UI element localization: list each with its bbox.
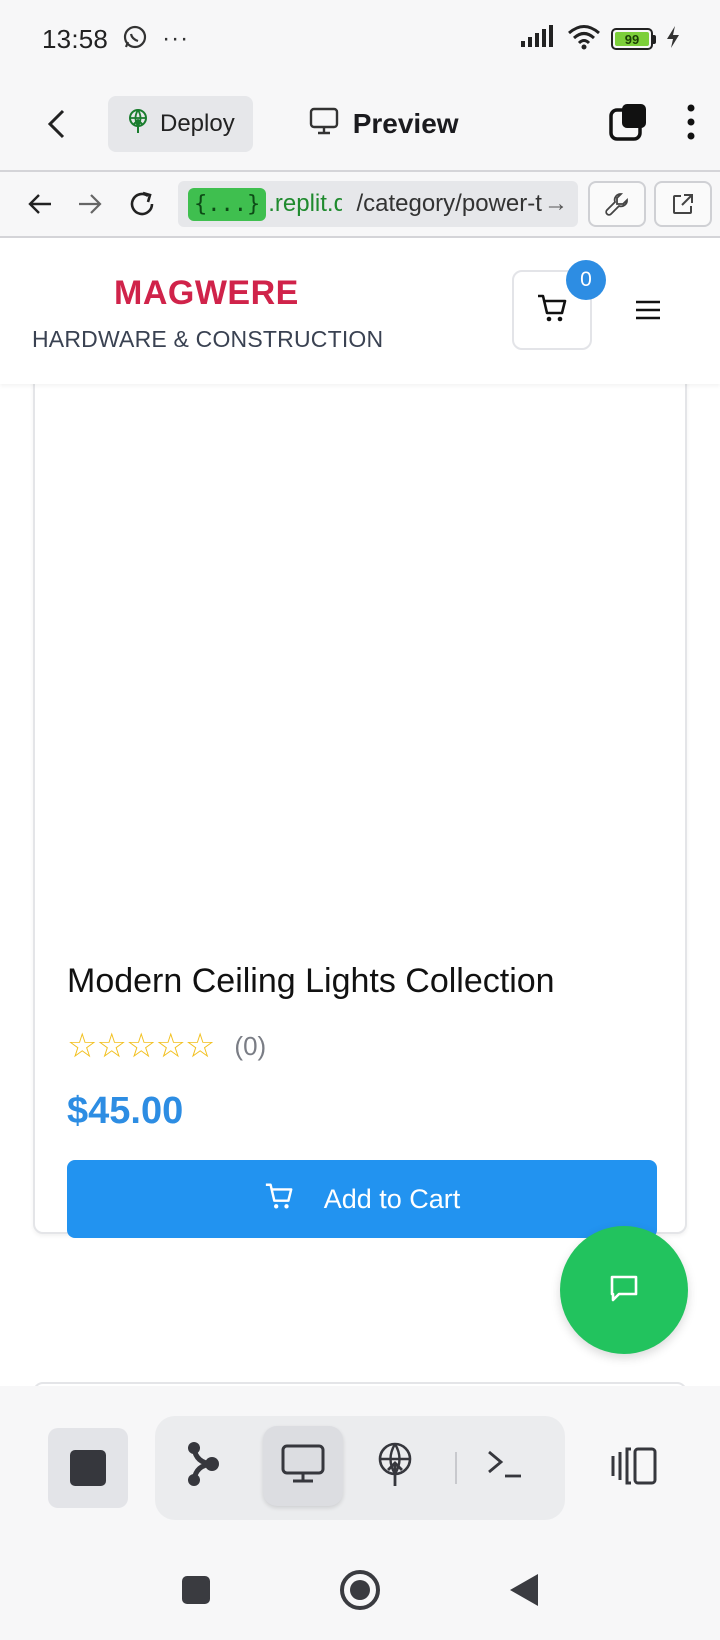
cart-icon xyxy=(536,293,568,328)
terminal-icon xyxy=(485,1448,525,1485)
tool-group xyxy=(155,1416,565,1520)
git-tool[interactable] xyxy=(163,1426,243,1506)
charging-icon xyxy=(666,25,680,53)
reload-icon[interactable] xyxy=(120,182,164,226)
wrench-icon[interactable] xyxy=(588,181,646,227)
product-title[interactable]: Modern Ceiling Lights Collection xyxy=(67,962,555,1001)
add-to-cart-label: Add to Cart xyxy=(323,1183,461,1214)
status-more-icon: ··· xyxy=(162,25,190,52)
git-icon xyxy=(186,1441,220,1492)
battery-icon: 99 xyxy=(611,28,656,50)
url-bar: {...} .replit.dev /category/power-tools … xyxy=(0,170,720,238)
kebab-menu-icon[interactable] xyxy=(686,104,696,145)
cart-count-badge: 0 xyxy=(566,260,606,300)
url-input[interactable]: {...} .replit.dev /category/power-tools … xyxy=(178,181,578,227)
layout-button[interactable] xyxy=(600,1428,668,1508)
brand-tagline: HARDWARE & CONSTRUCTION xyxy=(32,326,384,352)
signal-icon xyxy=(521,24,557,54)
battery-tip xyxy=(653,34,656,44)
monitor-icon xyxy=(309,107,339,142)
cart-icon xyxy=(264,1181,294,1218)
chat-icon xyxy=(609,1273,639,1308)
back-button[interactable] xyxy=(494,1560,554,1620)
status-bar: 13:58 ··· 99 xyxy=(0,0,720,78)
url-badge: {...} xyxy=(188,187,267,221)
stop-button[interactable] xyxy=(48,1428,128,1508)
site-header: MAGWERE HARDWARE & CONSTRUCTION 0 xyxy=(0,238,720,384)
product-image[interactable] xyxy=(35,360,685,920)
arrow-right-icon[interactable] xyxy=(68,182,112,226)
rating-stars: ☆☆☆☆☆ xyxy=(67,1027,215,1065)
shell-tool[interactable] xyxy=(465,1426,545,1506)
deploy-globe-icon xyxy=(375,1441,415,1492)
deploy-button[interactable]: Deploy xyxy=(108,96,253,152)
layout-icon xyxy=(609,1446,659,1491)
webpage-viewport: MAGWERE HARDWARE & CONSTRUCTION 0 Modern… xyxy=(0,238,720,1386)
android-nav-bar xyxy=(0,1536,720,1640)
chat-button[interactable] xyxy=(560,1226,688,1354)
product-rating: ☆☆☆☆☆ (0) xyxy=(67,1026,266,1066)
status-right: 99 xyxy=(521,24,680,55)
product-price: $45.00 xyxy=(67,1090,184,1132)
recents-button[interactable] xyxy=(166,1560,226,1620)
url-go-arrow[interactable]: → xyxy=(544,190,568,218)
wifi-icon xyxy=(567,24,601,55)
review-count: (0) xyxy=(234,1030,267,1061)
status-time: 13:58 xyxy=(42,23,109,54)
product-card[interactable]: Modern Ceiling Lights Collection ☆☆☆☆☆ (… xyxy=(33,358,687,1238)
deploy-icon xyxy=(126,108,150,141)
whatsapp-icon xyxy=(122,24,148,55)
battery-body: 99 xyxy=(611,28,653,50)
battery-level: 99 xyxy=(615,32,649,47)
stop-icon xyxy=(70,1450,106,1486)
app-bar-actions xyxy=(608,102,696,147)
arrow-left-icon[interactable] xyxy=(18,182,62,226)
home-button[interactable] xyxy=(330,1560,390,1620)
preview-tool[interactable] xyxy=(263,1426,343,1506)
bottom-toolbar xyxy=(0,1386,720,1540)
brand-name[interactable]: MAGWERE xyxy=(114,274,299,313)
preview-tab[interactable]: Preview xyxy=(309,107,459,142)
hamburger-icon[interactable] xyxy=(630,292,666,328)
app-bar: Deploy Preview xyxy=(0,78,720,170)
deploy-label: Deploy xyxy=(160,110,235,137)
url-path: /category/power-tools xyxy=(356,190,542,217)
back-chevron-icon[interactable] xyxy=(36,104,76,144)
preview-label: Preview xyxy=(352,108,459,139)
add-to-cart-button[interactable]: Add to Cart xyxy=(67,1160,657,1238)
toolbar-divider xyxy=(455,1452,457,1484)
external-link-icon[interactable] xyxy=(654,181,712,227)
tabs-icon[interactable] xyxy=(608,102,648,147)
status-left: 13:58 ··· xyxy=(42,24,189,55)
monitor-icon xyxy=(281,1444,325,1489)
deploy-tool[interactable] xyxy=(355,1426,435,1506)
url-host: .replit.dev xyxy=(268,190,343,217)
